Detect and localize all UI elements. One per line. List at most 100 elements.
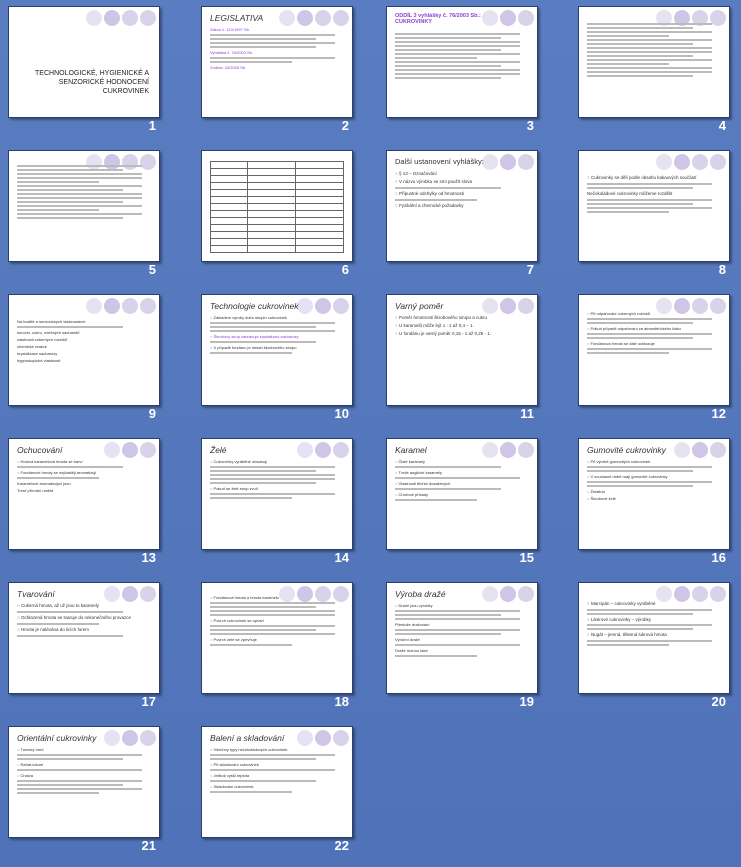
bullet: Cukrovinky vyráběné obsahují: [210, 459, 346, 464]
slide-thumb-11[interactable]: Varný poměr Poměr hmotnosti škrobového s…: [378, 288, 563, 432]
slide-body: Fondánová hmota a hmota karamelu Povrch …: [210, 595, 346, 689]
slide-thumb-9[interactable]: Na kvalitě a senzorických vlastnostech s…: [0, 288, 185, 432]
slide-number: 11: [520, 406, 534, 421]
slide-14[interactable]: Želé Cukrovinky vyráběné obsahují Pokud …: [201, 438, 353, 550]
bullet: Želatina: [587, 489, 723, 494]
slide-18[interactable]: Fondánová hmota a hmota karamelu Povrch …: [201, 582, 353, 694]
slide-8[interactable]: Cukrovinky se dělí podle obsahu kakaovýc…: [578, 150, 730, 262]
slide-thumb-4[interactable]: 4: [570, 0, 741, 144]
bullet: Skladování cukrovinek: [210, 784, 346, 789]
decor-circles: [482, 586, 534, 602]
slide-4[interactable]: [578, 6, 730, 118]
slide-21[interactable]: Orientální cukrovinky Turecký med Rahat-…: [8, 726, 160, 838]
slide-1[interactable]: TECHNOLOGICKÉ, HYGIENICKÉ A SENZORICKÉ H…: [8, 6, 160, 118]
decor-circles: [104, 442, 156, 458]
slide-title: ODDÍL 3 vyhlášky č. 76/2003 Sb.: CUKROVI…: [395, 13, 481, 25]
decor-circles: [482, 10, 534, 26]
slide-number: 15: [519, 550, 534, 565]
slide-6[interactable]: [201, 150, 353, 262]
slide-body: [587, 21, 723, 113]
slide-thumb-16[interactable]: Gumovité cukrovinky Při výrobě gumovitýc…: [570, 432, 741, 576]
slide-number: 6: [341, 262, 349, 277]
bullet: Likérové cukrovinky – výrobky: [587, 617, 723, 623]
slide-body: Hotová karamelová hmota se barví Fondáno…: [17, 459, 153, 545]
slide-number: 3: [526, 118, 534, 133]
slide-lead: Zákon č. 110/1997 Sb.: [210, 27, 250, 32]
slide-number: 22: [334, 838, 349, 853]
slide-thumb-15[interactable]: Karamel Čisté karamely Tvrdé anglické ka…: [378, 432, 563, 576]
slide-thumb-14[interactable]: Želé Cukrovinky vyráběné obsahují Pokud …: [193, 432, 378, 576]
bullet: Fondánová hmota a hmota karamelu: [210, 595, 346, 600]
bullet: vlastnosti cukerných roztoků: [17, 337, 68, 342]
bullet: Přestože dražování: [395, 622, 430, 627]
slide-number: 10: [334, 406, 349, 421]
slide-body: Dražé jsou výrobky Přestože dražování Vý…: [395, 603, 531, 689]
slide-15[interactable]: Karamel Čisté karamely Tvrdé anglické ka…: [386, 438, 538, 550]
slide-thumb-22[interactable]: Balení a skladování Všechny typy nečokol…: [193, 720, 378, 864]
slide-thumb-2[interactable]: LEGISLATIVA Zákon č. 110/1997 Sb. Vyhláš…: [193, 0, 378, 144]
slide-number: 7: [526, 262, 534, 277]
decor-circles: [297, 730, 349, 746]
slide-5[interactable]: [8, 150, 160, 262]
bullet: Karamelové aromatizující jsou: [17, 481, 71, 486]
slide-number: 8: [718, 262, 726, 277]
slide-20[interactable]: Marcipán – cukrovinky vyráběné Likérové …: [578, 582, 730, 694]
slide-11[interactable]: Varný poměr Poměr hmotnosti škrobového s…: [386, 294, 538, 406]
slide-title: Orientální cukrovinky: [17, 733, 97, 743]
bullet: Vlastnosti těchto dosažených: [395, 481, 531, 486]
slide-thumb-12[interactable]: Při odpařování cukerných roztoků Pokud p…: [570, 288, 741, 432]
slide-thumb-7[interactable]: Další ustanovení vyhlášky: § 13 – Označo…: [378, 144, 563, 288]
bullet: U fondánu je varný poměr 0,15 - 1 až 0,2…: [395, 331, 531, 337]
bullet: Tresť přírodní umělá: [17, 488, 54, 493]
bullet: Fyzikální a chemické požadavky: [395, 203, 531, 209]
slide-thumb-20[interactable]: Marcipán – cukrovinky vyráběné Likérové …: [570, 576, 741, 720]
slide-title: Výroba dražé: [395, 589, 446, 599]
slide-thumb-10[interactable]: Technologie cukrovinek Základem výroby d…: [193, 288, 378, 432]
decor-circles: [482, 442, 534, 458]
bullet: Turecký med: [17, 747, 153, 752]
slide-19[interactable]: Výroba dražé Dražé jsou výrobky Přestože…: [386, 582, 538, 694]
slide-thumb-17[interactable]: Tvarování Cukerná hmota, až už jsou to k…: [0, 576, 185, 720]
bullet: Pokud se želé sirup zvolí: [210, 486, 346, 491]
slide-thumb-8[interactable]: Cukrovinky se dělí podle obsahu kakaovýc…: [570, 144, 741, 288]
slide-sorter-grid: TECHNOLOGICKÉ, HYGIENICKÉ A SENZORICKÉ H…: [0, 0, 741, 867]
slide-thumb-3[interactable]: ODDÍL 3 vyhlášky č. 76/2003 Sb.: CUKROVI…: [378, 0, 563, 144]
slide-thumb-1[interactable]: TECHNOLOGICKÉ, HYGIENICKÉ A SENZORICKÉ H…: [0, 0, 185, 144]
slide-13[interactable]: Ochucování Hotová karamelová hmota se ba…: [8, 438, 160, 550]
bullet: krystalizace sacharózy: [17, 351, 58, 356]
slide-12[interactable]: Při odpařování cukerných roztoků Pokud p…: [578, 294, 730, 406]
slide-number: 18: [334, 694, 349, 709]
slide-thumb-13[interactable]: Ochucování Hotová karamelová hmota se ba…: [0, 432, 185, 576]
slide-3[interactable]: ODDÍL 3 vyhlášky č. 76/2003 Sb.: CUKROVI…: [386, 6, 538, 118]
bullet: Základem výroby dobu skupin cukrovinek: [210, 315, 346, 320]
slide-number: 2: [341, 118, 349, 133]
slide-number: 20: [711, 694, 726, 709]
slide-7[interactable]: Další ustanovení vyhlášky: § 13 – Označo…: [386, 150, 538, 262]
slide-17[interactable]: Tvarování Cukerná hmota, až už jsou to k…: [8, 582, 160, 694]
slide-thumb-18[interactable]: Fondánová hmota a hmota karamelu Povrch …: [193, 576, 378, 720]
slide-number: 14: [334, 550, 349, 565]
slide-body: Při odpařování cukerných roztoků Pokud p…: [587, 311, 723, 401]
bullet: Marcipán – cukrovinky vyráběné: [587, 601, 723, 607]
slide-10[interactable]: Technologie cukrovinek Základem výroby d…: [201, 294, 353, 406]
slide-2[interactable]: LEGISLATIVA Zákon č. 110/1997 Sb. Vyhláš…: [201, 6, 353, 118]
slide-number: 19: [519, 694, 534, 709]
slide-16[interactable]: Gumovité cukrovinky Při výrobě gumovitýc…: [578, 438, 730, 550]
slide-body: [395, 31, 531, 113]
slide-thumb-6[interactable]: 6: [193, 144, 378, 288]
slide-thumb-21[interactable]: Orientální cukrovinky Turecký med Rahat-…: [0, 720, 185, 864]
bullet: hygroskopické vlastnosti: [17, 358, 61, 363]
slide-title: TECHNOLOGICKÉ, HYGIENICKÉ A SENZORICKÉ H…: [35, 70, 149, 95]
slide-title: LEGISLATIVA: [210, 13, 264, 23]
slide-thumb-19[interactable]: Výroba dražé Dražé jsou výrobky Přestože…: [378, 576, 563, 720]
slide-9[interactable]: Na kvalitě a senzorických vlastnostech s…: [8, 294, 160, 406]
bullet: Nečokoládové cukrovinky můžeme rozdělit: [587, 191, 673, 196]
slide-number: 4: [718, 118, 726, 133]
slide-number: 13: [141, 550, 156, 565]
bullet: Ochlazená hmota se tvaruje do nekonečnéh…: [17, 615, 153, 621]
slide-22[interactable]: Balení a skladování Všechny typy nečokol…: [201, 726, 353, 838]
decor-circles: [104, 586, 156, 602]
bullet: V případě fondánu je obsah škrobového si…: [210, 345, 346, 350]
slide-thumb-5[interactable]: 5: [0, 144, 185, 288]
slide-body: Marcipán – cukrovinky vyráběné Likérové …: [587, 601, 723, 689]
